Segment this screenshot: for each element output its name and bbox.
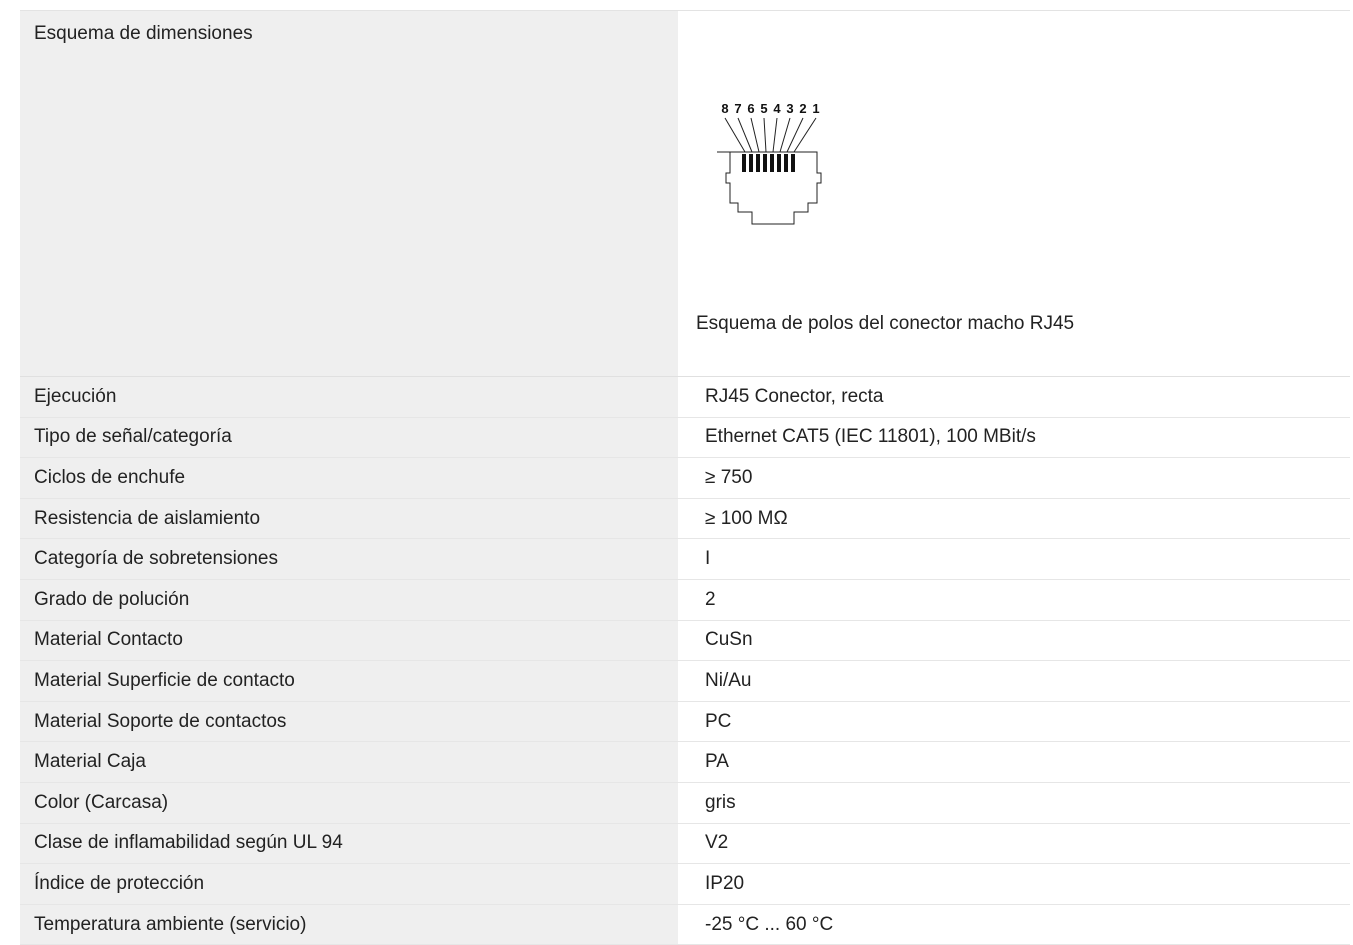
row-value: ≥ 750: [705, 466, 753, 488]
rj45-pin-diagram: 8 7 6 5 4 3 2 1: [717, 101, 822, 225]
pin-number: 5: [760, 101, 767, 116]
row-label: Resistencia de aislamiento: [20, 498, 678, 539]
table-row: Material Superficie de contacto Ni/Au: [20, 661, 1350, 702]
row-label: Material Contacto: [20, 620, 678, 661]
table-row: Material Soporte de contactos PC: [20, 701, 1350, 743]
pin-number: 2: [799, 101, 806, 116]
row-value: RJ45 Conector, recta: [705, 385, 884, 407]
table-row: Tipo de señal/categoría Ethernet CAT5 (I…: [20, 417, 1350, 459]
row-label: Grado de polución: [20, 579, 678, 620]
row-value: Ethernet CAT5 (IEC 11801), 100 MBit/s: [705, 426, 1036, 448]
pin-number: 4: [773, 101, 781, 116]
row-value: 8 7 6 5 4 3 2 1 Esquema de polos del con…: [678, 11, 1350, 376]
table-row: Color (Carcasa) gris: [20, 782, 1350, 824]
table-row: Material Caja PA: [20, 742, 1350, 783]
dimension-diagram-row: Esquema de dimensiones 8 7 6 5 4 3 2 1 E…: [20, 11, 1350, 377]
table-row: Ejecución RJ45 Conector, recta: [20, 377, 1350, 418]
table-row: Temperatura ambiente (servicio) -25 °C .…: [20, 904, 1350, 945]
row-label: Material Soporte de contactos: [20, 701, 678, 742]
row-value: -25 °C ... 60 °C: [705, 913, 834, 935]
pin-number: 8: [721, 101, 728, 116]
row-label: Ejecución: [20, 377, 678, 417]
row-value: I: [705, 548, 711, 570]
row-value: Ni/Au: [705, 669, 752, 691]
row-value: 2: [705, 588, 716, 610]
row-value: V2: [705, 832, 729, 854]
row-label: Categoría de sobretensiones: [20, 539, 678, 579]
spec-table: Esquema de dimensiones 8 7 6 5 4 3 2 1 E…: [20, 10, 1350, 945]
row-value: gris: [705, 791, 736, 813]
table-row: Resistencia de aislamiento ≥ 100 MΩ: [20, 498, 1350, 540]
pin-number: 6: [747, 101, 754, 116]
row-label: Índice de protección: [20, 864, 678, 904]
pin-number: 3: [786, 101, 793, 116]
row-label: Ciclos de enchufe: [20, 458, 678, 498]
row-label: Tipo de señal/categoría: [20, 417, 678, 458]
table-row: Ciclos de enchufe ≥ 750: [20, 458, 1350, 499]
row-label: Material Caja: [20, 742, 678, 782]
row-value: PA: [705, 751, 729, 773]
table-row: Clase de inflamabilidad según UL 94 V2: [20, 823, 1350, 865]
row-label: Clase de inflamabilidad según UL 94: [20, 823, 678, 864]
row-label: Temperatura ambiente (servicio): [20, 904, 678, 945]
pin-number: 7: [734, 101, 741, 116]
table-row: Grado de polución 2: [20, 579, 1350, 621]
row-label: Esquema de dimensiones: [20, 11, 678, 376]
row-label: Color (Carcasa): [20, 782, 678, 823]
row-value: PC: [705, 710, 732, 732]
row-value: CuSn: [705, 629, 753, 651]
pin-number: 1: [812, 101, 819, 116]
row-value: IP20: [705, 872, 745, 894]
row-label: Material Superficie de contacto: [20, 661, 678, 701]
table-row: Material Contacto CuSn: [20, 620, 1350, 662]
table-row: Índice de protección IP20: [20, 864, 1350, 905]
row-value: ≥ 100 MΩ: [705, 507, 788, 529]
diagram-caption: Esquema de polos del conector macho RJ45: [696, 313, 1075, 334]
table-row: Categoría de sobretensiones I: [20, 539, 1350, 580]
